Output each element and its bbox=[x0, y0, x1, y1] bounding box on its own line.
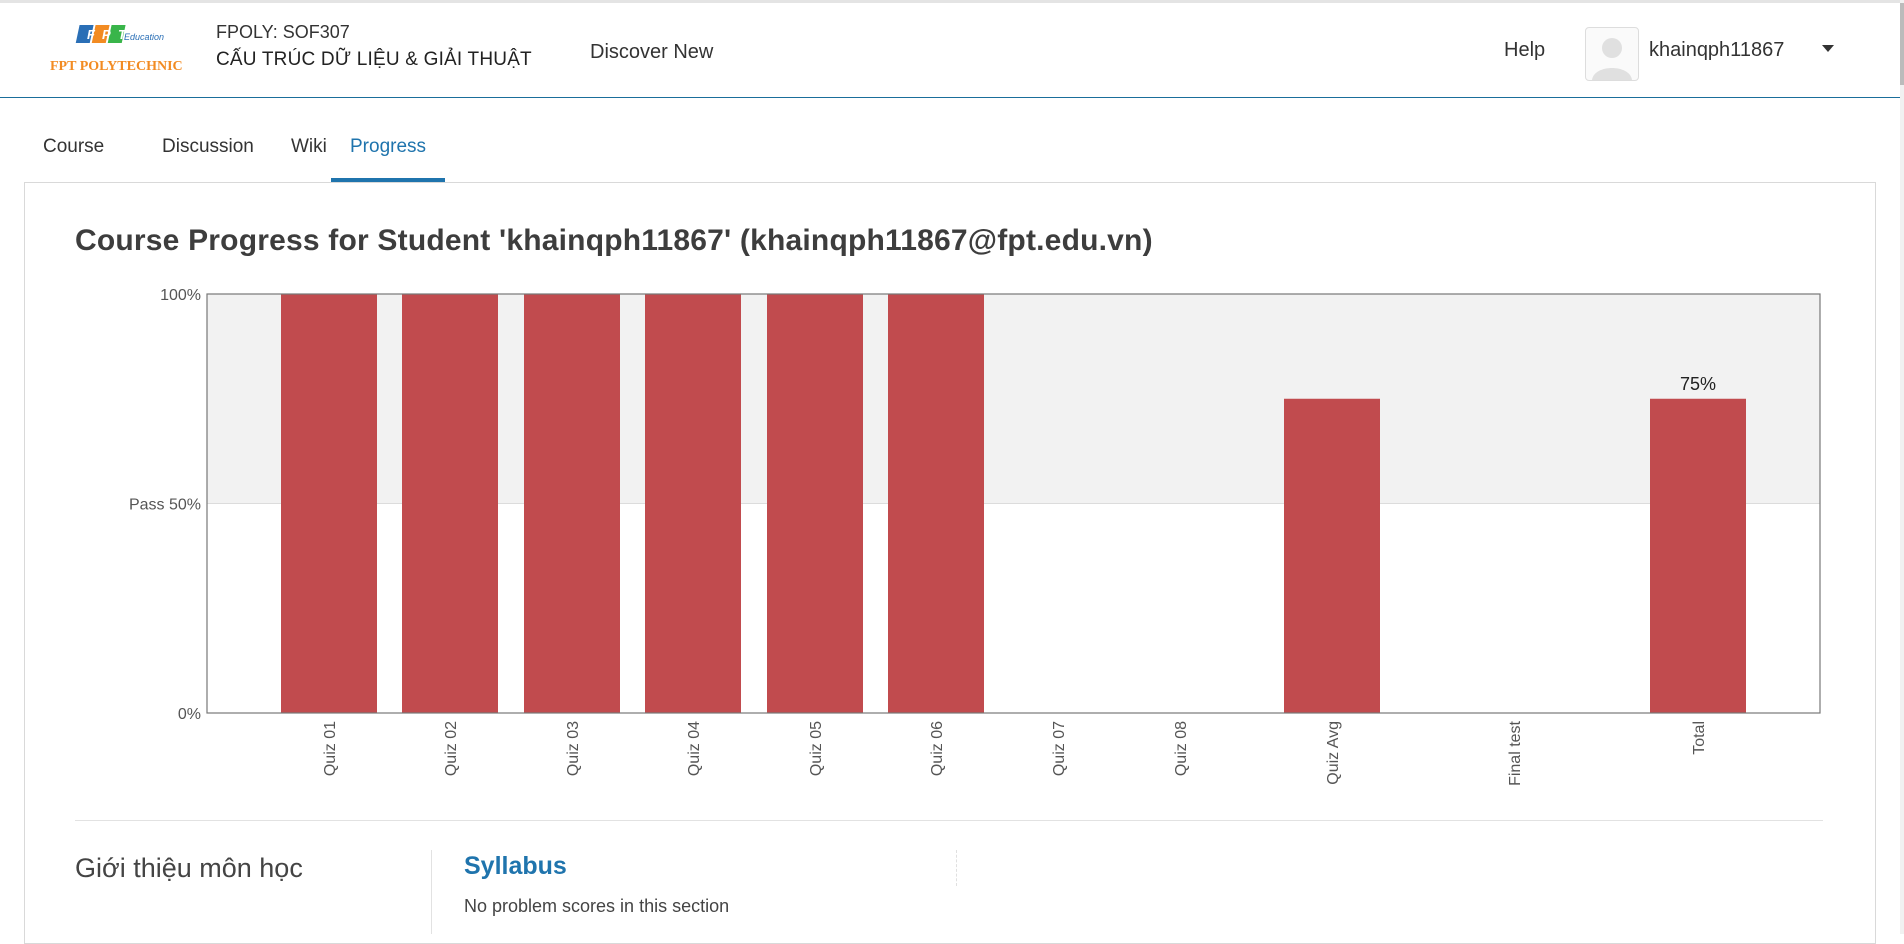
section-column-divider bbox=[431, 850, 432, 934]
data-label: 75% bbox=[1680, 374, 1716, 394]
chart-bar bbox=[645, 294, 741, 713]
x-tick-label: Quiz 05 bbox=[808, 721, 825, 776]
section-status: No problem scores in this section bbox=[464, 896, 730, 916]
x-tick-label: Quiz 06 bbox=[929, 721, 946, 776]
section-divider bbox=[75, 820, 1823, 821]
dashed-divider bbox=[956, 850, 957, 886]
x-tick-label: Final test bbox=[1507, 720, 1524, 785]
syllabus-link[interactable]: Syllabus bbox=[464, 852, 567, 881]
y-tick-label: Pass 50% bbox=[129, 497, 201, 514]
x-tick-label: Quiz 02 bbox=[443, 721, 460, 776]
section-title: Giới thiệu môn học bbox=[75, 853, 303, 883]
chart-bar bbox=[888, 294, 984, 713]
x-tick-label: Quiz 08 bbox=[1173, 721, 1190, 776]
progress-chart: Quiz 01 Quiz 02 Quiz 03 Quiz 04 Quiz 05 Quiz … bbox=[129, 287, 1821, 786]
x-tick-label: Quiz 01 bbox=[322, 721, 339, 776]
x-tick-label: Quiz Avg bbox=[1325, 721, 1342, 785]
y-tick-label: 100% bbox=[160, 287, 201, 304]
chart-bar bbox=[402, 294, 498, 713]
chart-bar bbox=[524, 294, 620, 713]
y-tick-label: 0% bbox=[178, 706, 201, 723]
chart-bar bbox=[281, 294, 377, 713]
x-tick-label: Total bbox=[1691, 721, 1708, 755]
x-tick-label: Quiz 03 bbox=[565, 721, 582, 776]
x-tick-label: Quiz 04 bbox=[686, 721, 703, 776]
chart-bar bbox=[1650, 398, 1746, 713]
chart-bar bbox=[767, 294, 863, 713]
chart-bar bbox=[1284, 398, 1380, 713]
x-tick-label: Quiz 07 bbox=[1051, 721, 1068, 776]
